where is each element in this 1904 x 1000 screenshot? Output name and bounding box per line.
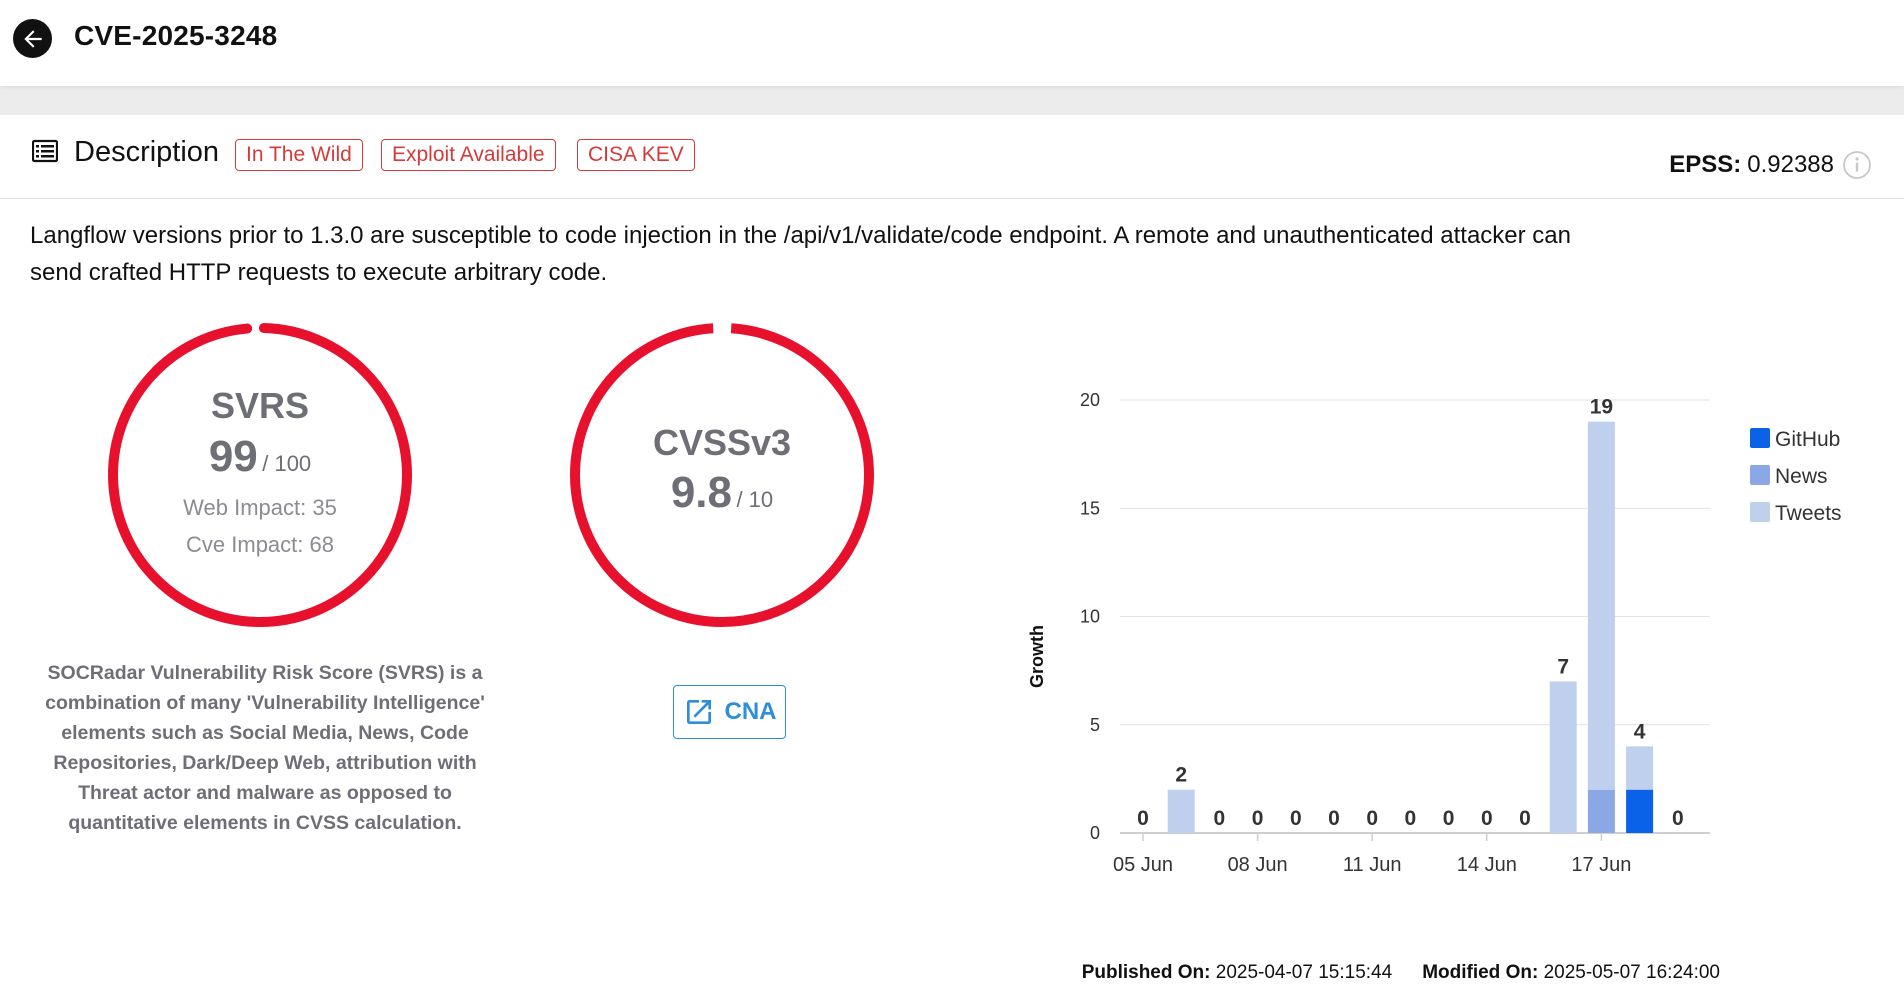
bar-total-label: 0 bbox=[1519, 807, 1531, 830]
y-tick-label: 15 bbox=[1080, 498, 1100, 518]
cvss-score: 9.8 bbox=[670, 468, 732, 517]
description-title: Description bbox=[74, 136, 220, 168]
badge-exploit-available[interactable]: Exploit Available bbox=[381, 139, 556, 171]
modified-on: Modified On: 2025-05-07 16:24:00 bbox=[1422, 962, 1720, 992]
bar-tweets bbox=[1549, 681, 1577, 833]
bar-total-label: 0 bbox=[1290, 807, 1302, 830]
bar-total-label: 0 bbox=[1443, 807, 1455, 830]
growth-chart: 05101520Growth020 0 0 0 0 0 0 0 07194005 Jun 08 J… bbox=[1027, 390, 1842, 876]
back-button[interactable] bbox=[13, 19, 52, 58]
bar-tweets bbox=[1587, 421, 1615, 790]
legend-label-github: GitHub bbox=[1775, 428, 1840, 451]
cve-card: Description In The Wild Exploit Availabl… bbox=[0, 115, 1904, 1000]
x-tick-label: 08 Jun bbox=[1228, 854, 1288, 876]
modified-value: 2025-05-07 16:24:00 bbox=[1543, 962, 1720, 983]
description-text: Langflow versions prior to 1.3.0 are sus… bbox=[30, 222, 1571, 286]
cna-label: CNA bbox=[724, 698, 777, 725]
modified-label: Modified On: bbox=[1422, 962, 1539, 983]
info-icon[interactable] bbox=[1842, 150, 1872, 180]
published-value: 2025-04-07 15:15:44 bbox=[1215, 962, 1393, 983]
legend-swatch-tweets bbox=[1750, 502, 1770, 522]
dates-row: Published On: 2025-04-07 15:15:44 Modifi… bbox=[1040, 962, 1720, 992]
legend-swatch-news bbox=[1750, 465, 1770, 485]
page-title: CVE-2025-3248 bbox=[74, 20, 278, 51]
bar-github bbox=[1626, 789, 1654, 833]
svrs-max: / 100 bbox=[262, 451, 312, 476]
svrs-cve-impact: Cve Impact: 68 bbox=[186, 532, 334, 557]
epss-score: EPSS: 0.92388 bbox=[1669, 150, 1872, 180]
bar-total-label: 4 bbox=[1634, 720, 1646, 743]
bar-tweets bbox=[1167, 789, 1195, 833]
svrs-title: SVRS bbox=[210, 385, 310, 426]
x-tick-label: 17 Jun bbox=[1571, 854, 1631, 876]
bar-total-label: 0 bbox=[1328, 807, 1340, 830]
y-tick-label: 0 bbox=[1090, 823, 1100, 843]
svrs-explanation: SOCRadar Vulnerability Risk Score (SVRS)… bbox=[45, 662, 485, 834]
legend-label-tweets: Tweets bbox=[1775, 502, 1842, 525]
badge-in-the-wild[interactable]: In The Wild bbox=[235, 139, 363, 171]
y-axis-label: Growth bbox=[1027, 625, 1047, 688]
bar-total-label: 0 bbox=[1405, 807, 1417, 830]
svrs-web-impact: Web Impact: 35 bbox=[183, 495, 337, 520]
bar-total-label: 0 bbox=[1672, 807, 1684, 830]
bar-total-label: 0 bbox=[1252, 807, 1264, 830]
bar-total-label: 0 bbox=[1137, 807, 1149, 830]
bar-total-label: 19 bbox=[1590, 396, 1613, 419]
badge-cisa-kev[interactable]: CISA KEV bbox=[577, 139, 695, 171]
svrs-gauge: SVRS 99 / 100 Web Impact: 35 Cve Impact:… bbox=[105, 320, 415, 630]
legend-label-news: News bbox=[1775, 465, 1828, 488]
bar-total-label: 0 bbox=[1214, 807, 1226, 830]
cvss-title: CVSSv3 bbox=[652, 422, 792, 463]
external-link-icon bbox=[686, 700, 711, 724]
y-tick-label: 20 bbox=[1080, 390, 1100, 410]
x-tick-label: 11 Jun bbox=[1343, 854, 1402, 876]
top-bar: CVE-2025-3248 bbox=[0, 0, 1904, 86]
bar-total-label: 7 bbox=[1557, 655, 1569, 678]
description-header: Description In The Wild Exploit Availabl… bbox=[0, 115, 1904, 199]
published-on: Published On: 2025-04-07 15:15:44 bbox=[1082, 962, 1393, 992]
cvss-max: / 10 bbox=[736, 487, 774, 512]
cvss-score-line: 9.8 / 10 bbox=[567, 468, 877, 518]
cvss-gauge: CVSSv3 9.8 / 10 bbox=[567, 320, 877, 630]
bar-tweets bbox=[1626, 746, 1654, 790]
epss-label: EPSS: bbox=[1669, 151, 1742, 178]
x-tick-label: 14 Jun bbox=[1457, 854, 1517, 876]
arrow-left-icon bbox=[23, 29, 42, 48]
legend-swatch-github bbox=[1750, 428, 1770, 448]
list-icon bbox=[32, 139, 58, 163]
bar-total-label: 0 bbox=[1481, 807, 1493, 830]
y-tick-label: 10 bbox=[1080, 607, 1100, 627]
epss-value: 0.92388 bbox=[1747, 151, 1834, 178]
bar-total-label: 0 bbox=[1366, 807, 1378, 830]
published-label: Published On: bbox=[1081, 962, 1211, 983]
svrs-score: 99 bbox=[208, 432, 258, 481]
svrs-score-line: 99 / 100 bbox=[105, 432, 415, 482]
y-tick-label: 5 bbox=[1090, 715, 1100, 735]
x-tick-label: 05 Jun bbox=[1113, 854, 1173, 876]
cna-link-button[interactable]: CNA bbox=[673, 685, 786, 739]
bar-news bbox=[1587, 789, 1615, 833]
bar-total-label: 2 bbox=[1175, 764, 1187, 787]
